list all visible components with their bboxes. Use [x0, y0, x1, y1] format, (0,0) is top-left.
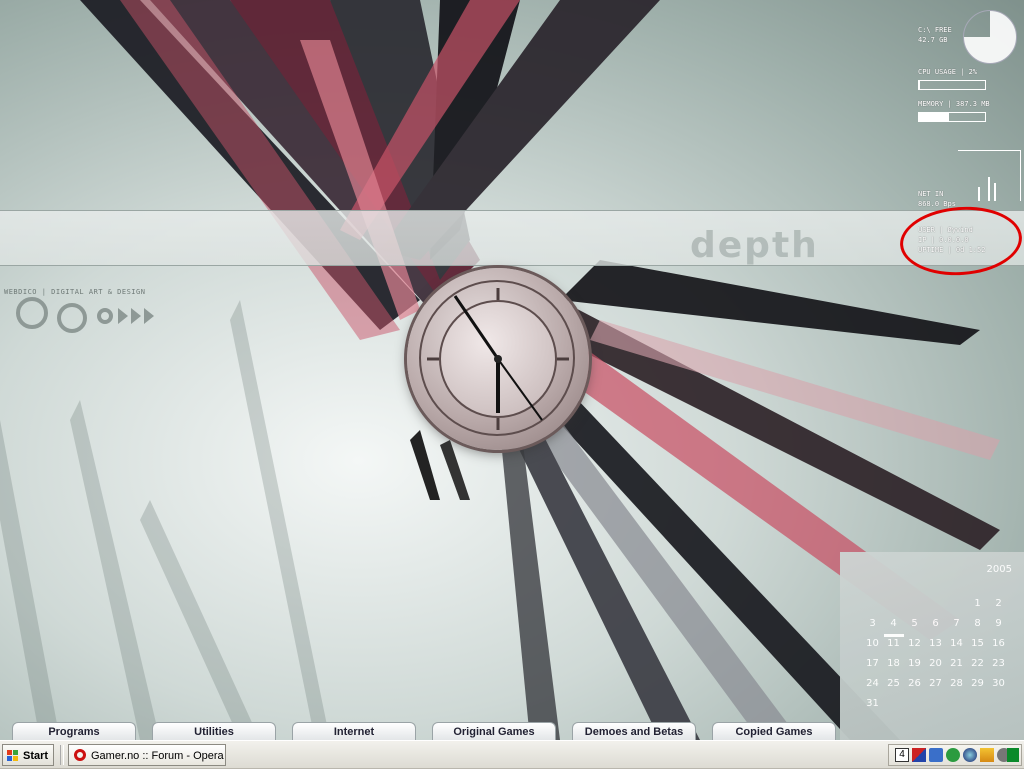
taskbar-task-opera[interactable]: Gamer.no :: Forum - Opera	[68, 744, 226, 766]
calendar-day: 28	[950, 678, 963, 689]
cpu-usage-bar	[918, 80, 986, 90]
calendar-day: 14	[950, 638, 963, 649]
windows-logo-icon	[7, 750, 19, 762]
calendar-day: 31	[866, 698, 879, 709]
language-icon[interactable]	[912, 748, 926, 762]
tab-programs[interactable]: Programs	[12, 722, 136, 740]
depth-logo: depth	[690, 225, 819, 266]
clock-second-hand	[497, 358, 543, 421]
decorative-band	[0, 210, 1024, 266]
start-button[interactable]: Start	[2, 744, 54, 766]
calendar-day: 11	[887, 638, 900, 649]
app-icon[interactable]	[1007, 748, 1019, 762]
calendar-today-marker	[884, 634, 904, 637]
tab-internet[interactable]: Internet	[292, 722, 416, 740]
task-label: Gamer.no :: Forum - Opera	[91, 750, 224, 762]
wallpaper-brand-text: WEBDICO | DIGITAL ART & DESIGN	[4, 288, 146, 296]
analog-clock-widget	[407, 268, 589, 450]
calendar-day: 23	[992, 658, 1005, 669]
tab-copied-games[interactable]: Copied Games	[712, 722, 836, 740]
taskbar: Start Gamer.no :: Forum - Opera 4	[0, 740, 1024, 769]
volume-icon[interactable]	[929, 748, 943, 762]
start-label: Start	[23, 750, 49, 762]
system-tray: 4	[888, 744, 1022, 766]
calendar-day: 2	[995, 598, 1002, 609]
calendar-day: 8	[974, 618, 981, 629]
cpu-usage-label: CPU USAGE | 2%	[918, 68, 978, 76]
network-icon[interactable]	[946, 748, 960, 762]
cpu-usage-fill	[919, 81, 921, 89]
calendar-day: 26	[908, 678, 921, 689]
calendar-day: 20	[929, 658, 942, 669]
shortcut-tab-bar: Programs Utilities Internet Original Gam…	[0, 722, 850, 740]
disk-free-value: 42.7 GB	[918, 36, 948, 44]
calendar-day: 29	[971, 678, 984, 689]
disk-free-label: C:\ FREE	[918, 26, 952, 34]
monitor-icon[interactable]	[980, 748, 994, 762]
calendar-day: 27	[929, 678, 942, 689]
tab-demoes-and-betas[interactable]: Demoes and Betas	[572, 722, 696, 740]
tab-original-games[interactable]: Original Games	[432, 722, 556, 740]
net-in-value: 868.0 Bps	[918, 200, 956, 208]
calendar-day: 18	[887, 658, 900, 669]
network-graph	[958, 150, 1021, 201]
opera-icon	[74, 749, 86, 761]
memory-label: MEMORY | 387.3 MB	[918, 100, 990, 108]
clock-minute-hand	[453, 295, 500, 360]
disk-free-gauge	[963, 10, 1017, 64]
calendar-day: 7	[953, 618, 960, 629]
calendar-widget: 2005 1 2 3 4 5 6 7 8 9 10 11 12 13 14 15 16 17 18 19 20 21 22…	[840, 552, 1024, 740]
net-in-label: NET IN	[918, 190, 944, 198]
calendar-day: 25	[887, 678, 900, 689]
calendar-day: 6	[932, 618, 939, 629]
globe-icon[interactable]	[963, 748, 977, 762]
calendar-day: 12	[908, 638, 921, 649]
calendar-day: 3	[869, 618, 876, 629]
calendar-day: 9	[995, 618, 1002, 629]
calendar-day: 22	[971, 658, 984, 669]
calendar-day: 17	[866, 658, 879, 669]
taskbar-separator	[60, 745, 64, 765]
calendar-day: 1	[974, 598, 981, 609]
calendar-day: 10	[866, 638, 879, 649]
calendar-day: 19	[908, 658, 921, 669]
calendar-day: 15	[971, 638, 984, 649]
tab-utilities[interactable]: Utilities	[152, 722, 276, 740]
calendar-day: 21	[950, 658, 963, 669]
calendar-day: 4	[890, 618, 897, 629]
calendar-day: 16	[992, 638, 1005, 649]
memory-fill	[919, 113, 949, 121]
memory-bar	[918, 112, 986, 122]
tray-number-icon[interactable]: 4	[895, 748, 909, 762]
calendar-day: 5	[911, 618, 918, 629]
calendar-day: 13	[929, 638, 942, 649]
calendar-year: 2005	[986, 564, 1012, 575]
calendar-day: 24	[866, 678, 879, 689]
calendar-day: 30	[992, 678, 1005, 689]
